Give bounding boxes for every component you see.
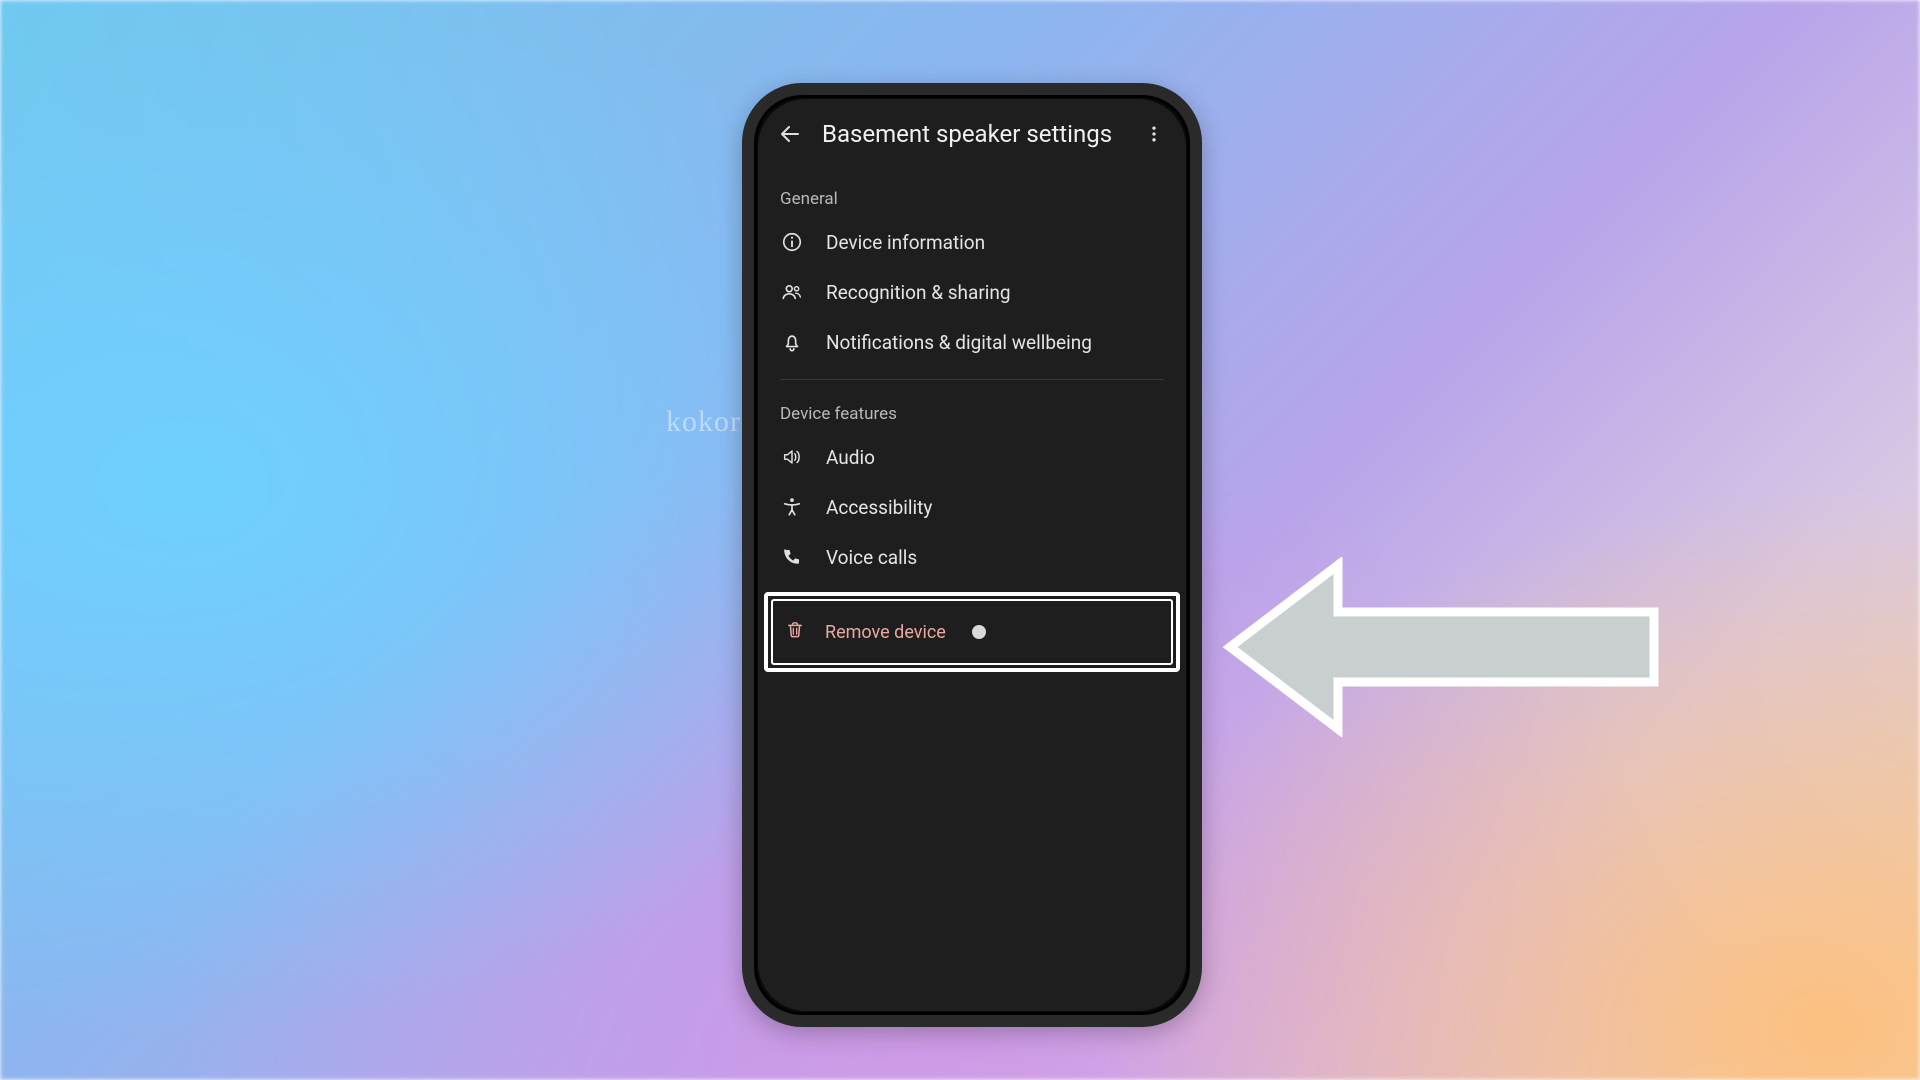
item-recognition-sharing[interactable]: Recognition & sharing bbox=[758, 267, 1186, 317]
item-label: Accessibility bbox=[826, 496, 932, 519]
app-bar: Basement speaker settings bbox=[758, 99, 1186, 169]
item-label: Remove device bbox=[825, 622, 946, 643]
section-label-features: Device features bbox=[758, 384, 1186, 432]
people-icon bbox=[780, 280, 804, 304]
item-remove-device[interactable]: Remove device bbox=[771, 599, 1173, 665]
item-label: Recognition & sharing bbox=[826, 281, 1011, 304]
section-label-general: General bbox=[758, 169, 1186, 217]
phone-frame: Basement speaker settings General Device… bbox=[742, 83, 1202, 1027]
volume-icon bbox=[780, 445, 804, 469]
item-label: Audio bbox=[826, 446, 875, 469]
back-arrow-icon[interactable] bbox=[776, 120, 804, 148]
highlight-box: Remove device bbox=[764, 592, 1180, 672]
item-voice-calls[interactable]: Voice calls bbox=[758, 532, 1186, 582]
cursor-dot-icon bbox=[972, 625, 986, 639]
accessibility-icon bbox=[780, 495, 804, 519]
page-title: Basement speaker settings bbox=[822, 120, 1126, 148]
trash-icon bbox=[785, 620, 805, 644]
phone-screen: Basement speaker settings General Device… bbox=[758, 99, 1186, 1011]
item-label: Voice calls bbox=[826, 546, 917, 569]
bell-icon bbox=[780, 330, 804, 354]
item-label: Notifications & digital wellbeing bbox=[826, 331, 1092, 354]
item-notifications-wellbeing[interactable]: Notifications & digital wellbeing bbox=[758, 317, 1186, 367]
info-icon bbox=[780, 230, 804, 254]
item-accessibility[interactable]: Accessibility bbox=[758, 482, 1186, 532]
phone-icon bbox=[780, 545, 804, 569]
item-device-information[interactable]: Device information bbox=[758, 217, 1186, 267]
section-divider bbox=[780, 379, 1164, 380]
item-audio[interactable]: Audio bbox=[758, 432, 1186, 482]
more-vert-icon[interactable] bbox=[1140, 120, 1168, 148]
item-label: Device information bbox=[826, 231, 985, 254]
